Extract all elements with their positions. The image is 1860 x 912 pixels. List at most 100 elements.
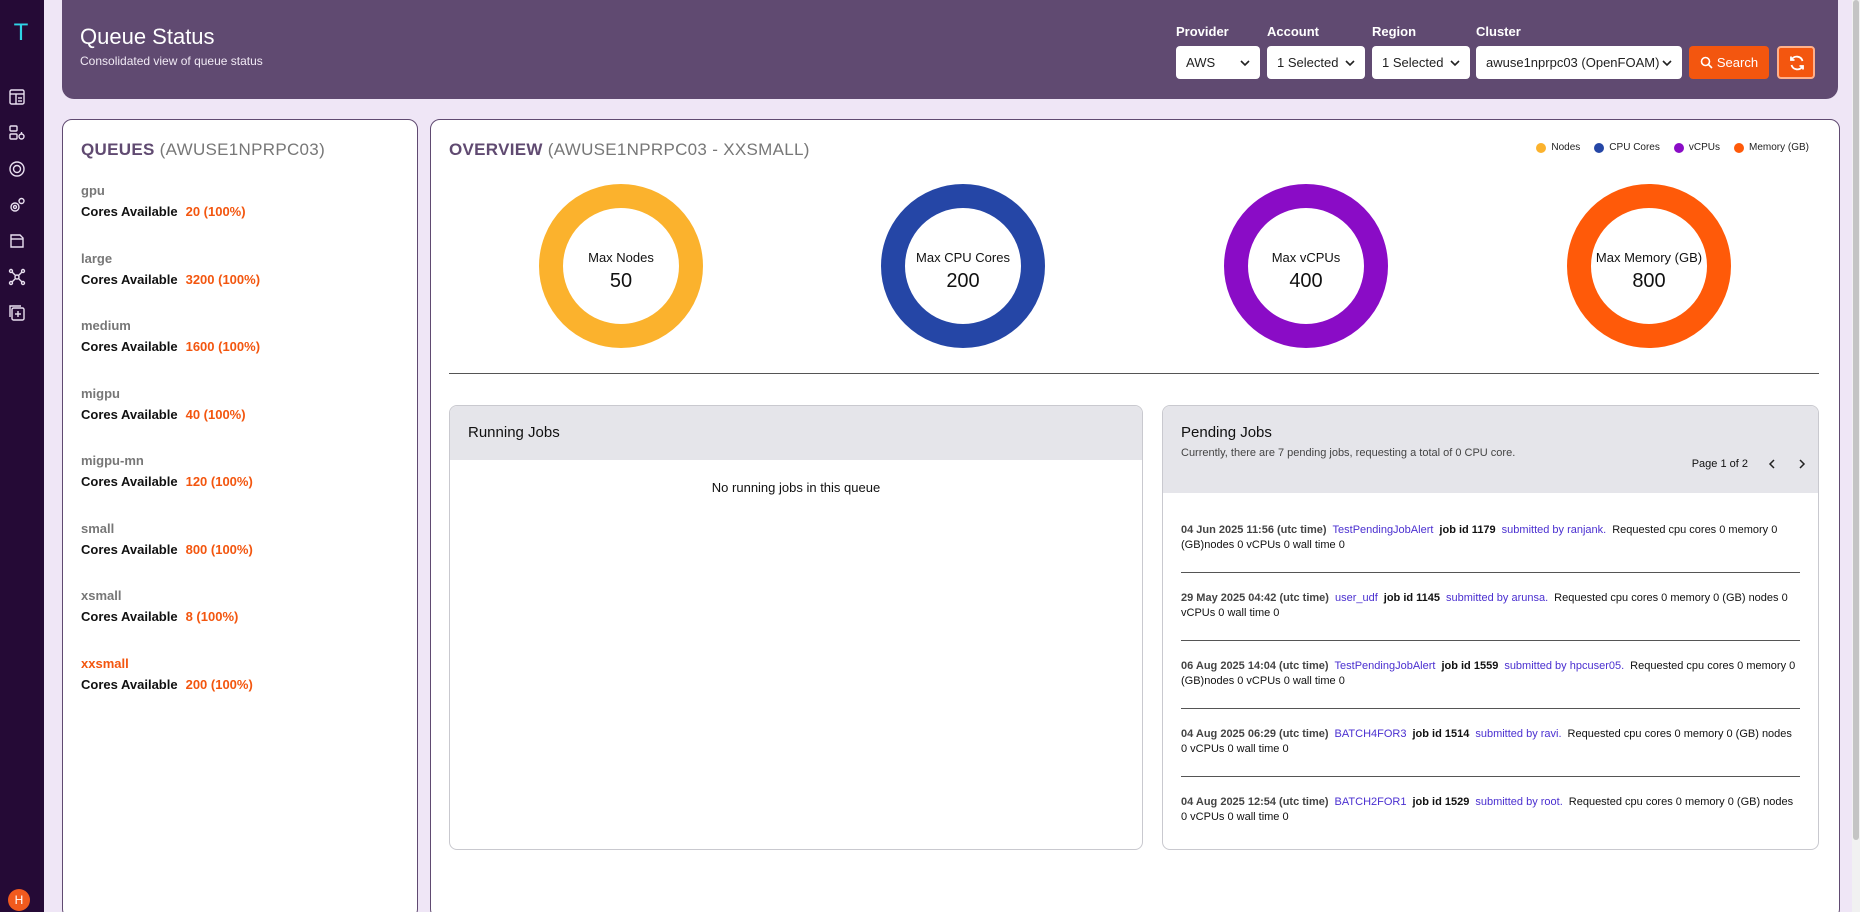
search-button[interactable]: Search [1689, 46, 1769, 79]
search-button-label: Search [1716, 55, 1759, 70]
chart-legend: Nodes CPU Cores vCPUs Memory (GB) [1536, 142, 1809, 153]
settings-icon[interactable] [8, 196, 26, 214]
job-name-link[interactable]: BATCH4FOR3 [1335, 728, 1407, 740]
account-select[interactable]: 1 Selected [1267, 46, 1365, 79]
refresh-button[interactable] [1777, 46, 1815, 79]
job-name-link[interactable]: user_udf [1335, 592, 1378, 604]
pending-job-list: 04 Jun 2025 11:56 (utc time) TestPendingJ… [1163, 523, 1818, 845]
donut-max-cpu-cores: Max CPU Cores 200 [881, 184, 1045, 348]
metric-label: Max CPU Cores [916, 250, 1010, 265]
add-icon[interactable] [8, 304, 26, 322]
legend-label: vCPUs [1688, 142, 1720, 153]
page-indicator: Page 1 of 2 [1691, 458, 1748, 470]
pending-job-entry: 04 Aug 2025 06:29 (utc time) BATCH4FOR3 jo… [1181, 727, 1800, 777]
job-id: job id 1145 [1383, 592, 1441, 604]
search-icon [1700, 48, 1713, 69]
pending-job-entry: 04 Aug 2025 12:54 (utc time) BATCH2FOR1 jo… [1181, 795, 1800, 845]
chevron-left-icon[interactable] [1766, 458, 1778, 470]
cluster-select[interactable]: awuse1nprpc03 (OpenFOAM) [1476, 46, 1682, 79]
network-icon[interactable] [8, 268, 26, 286]
job-name-link[interactable]: BATCH2FOR1 [1335, 796, 1407, 808]
job-timestamp: 04 Aug 2025 12:54 (utc time) [1181, 796, 1329, 808]
page-scrollbar[interactable] [1852, 0, 1860, 912]
app-logo[interactable]: T [10, 22, 32, 46]
queue-cores: Cores Available 3200 (100%) [81, 272, 260, 287]
overview-scope: (AWUSE1NPRPC03 - XXSMALL) [547, 140, 810, 159]
queue-item-gpu[interactable]: gpu Cores Available 20 (100%) [81, 183, 246, 219]
refresh-icon [1790, 55, 1804, 71]
cluster-label: Cluster [1476, 24, 1521, 39]
job-submitter-link[interactable]: submitted by arunsa. [1446, 592, 1548, 604]
nodes-config-icon[interactable] [8, 124, 26, 142]
monitor-icon[interactable] [8, 160, 26, 178]
cluster-value: awuse1nprpc03 (OpenFOAM) [1486, 55, 1660, 70]
region-select[interactable]: 1 Selected [1372, 46, 1470, 79]
provider-filter: Provider AWS [1176, 24, 1260, 79]
cores-value: 800 (100%) [185, 541, 253, 557]
queue-name: xsmall [81, 588, 122, 603]
queue-item-migpu-mn[interactable]: migpu-mn Cores Available 120 (100%) [81, 453, 253, 489]
pending-jobs-title: Pending Jobs [1181, 424, 1272, 441]
cores-label: Cores Available [81, 406, 178, 422]
cores-value: 3200 (100%) [185, 271, 261, 287]
metric-label: Max Memory (GB) [1595, 250, 1703, 265]
account-filter: Account 1 Selected [1267, 24, 1365, 79]
cores-value: 8 (100%) [185, 609, 239, 624]
queue-item-medium[interactable]: medium Cores Available 1600 (100%) [81, 318, 260, 354]
provider-label: Provider [1176, 24, 1229, 39]
queue-name: medium [81, 318, 131, 333]
job-submitter-link[interactable]: submitted by ranjank. [1502, 524, 1607, 536]
overview-heading: OVERVIEW (AWUSE1NPRPC03 - XXSMALL) [449, 140, 810, 160]
files-icon[interactable] [8, 232, 26, 250]
user-avatar[interactable]: H [8, 889, 30, 911]
region-label: Region [1372, 24, 1417, 39]
queue-item-large[interactable]: large Cores Available 3200 (100%) [81, 251, 260, 287]
pending-jobs-header: Pending Jobs Currently, there are 7 pend… [1163, 406, 1818, 493]
legend-label: Nodes [1551, 142, 1581, 153]
donut-ring [539, 184, 703, 348]
legend-dot [1734, 142, 1744, 153]
cores-label: Cores Available [81, 676, 178, 692]
queues-heading-label: QUEUES [81, 140, 155, 159]
job-id: job id 1179 [1439, 524, 1496, 536]
provider-select[interactable]: AWS [1176, 46, 1260, 79]
cores-value: 200 (100%) [185, 676, 253, 692]
job-submitter-link[interactable]: submitted by ravi. [1475, 728, 1561, 740]
job-submitter-link[interactable]: submitted by hpcuser05. [1504, 660, 1624, 672]
queue-item-small[interactable]: small Cores Available 800 (100%) [81, 521, 253, 557]
legend-item: Memory (GB) [1734, 142, 1809, 153]
page-subtitle: Consolidated view of queue status [80, 54, 263, 68]
queue-item-xsmall[interactable]: xsmall Cores Available 8 (100%) [81, 588, 238, 624]
queue-cores: Cores Available 1600 (100%) [81, 339, 260, 354]
overview-heading-label: OVERVIEW [449, 140, 543, 159]
cluster-filter: Cluster awuse1nprpc03 (OpenFOAM) [1476, 24, 1682, 79]
queue-cores: Cores Available 120 (100%) [81, 474, 253, 489]
job-name-link[interactable]: TestPendingJobAlert [1335, 660, 1436, 672]
legend-label: CPU Cores [1609, 142, 1660, 153]
scrollbar-thumb[interactable] [1853, 0, 1859, 840]
legend-dot [1594, 142, 1605, 153]
pending-job-entry: 06 Aug 2025 14:04 (utc time) TestPendingJ… [1181, 659, 1800, 709]
legend-label: Memory (GB) [1749, 142, 1809, 153]
queue-cores: Cores Available 200 (100%) [81, 677, 253, 692]
queue-item-migpu[interactable]: migpu Cores Available 40 (100%) [81, 386, 246, 422]
queue-cores: Cores Available 800 (100%) [81, 542, 253, 557]
queues-panel: QUEUES (AWUSE1NPRPC03) gpu Cores Availabl… [62, 119, 418, 912]
cores-value: 20 (100%) [185, 204, 246, 219]
legend-item: Nodes [1536, 142, 1580, 153]
donut-ring [1567, 184, 1731, 348]
running-jobs-title: Running Jobs [468, 424, 560, 441]
queue-cores: Cores Available 40 (100%) [81, 407, 246, 422]
job-submitter-link[interactable]: submitted by root. [1475, 796, 1562, 808]
dashboard-icon[interactable] [8, 88, 26, 106]
page-title: Queue Status [80, 24, 215, 49]
job-name-link[interactable]: TestPendingJobAlert [1333, 524, 1434, 536]
cores-value: 1600 (100%) [185, 339, 261, 354]
pagination: Page 1 of 2 [1692, 458, 1808, 470]
donut-max-memory-gb: Max Memory (GB) 800 [1567, 184, 1731, 348]
queue-name: xxsmall [81, 655, 129, 671]
queue-item-xxsmall[interactable]: xxsmall Cores Available 200 (100%) [81, 656, 253, 692]
legend-dot [1673, 142, 1684, 153]
queue-name: gpu [81, 183, 105, 198]
chevron-right-icon[interactable] [1796, 458, 1808, 470]
